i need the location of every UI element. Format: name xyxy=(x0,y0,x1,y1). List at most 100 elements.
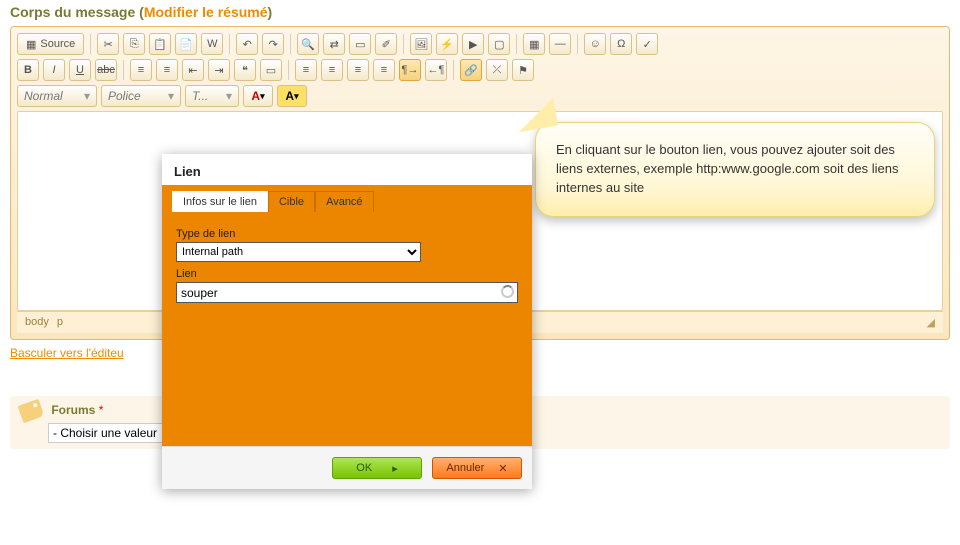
justify-icon: ≡ xyxy=(381,64,387,76)
strike-icon: abc xyxy=(97,64,115,76)
ok-button[interactable]: OK▸ xyxy=(332,457,422,479)
font-dropdown[interactable]: Police▾ xyxy=(101,85,181,107)
forums-label: Forums xyxy=(51,403,95,417)
copy-icon: ⎘ xyxy=(130,38,139,51)
table-icon: ▦ xyxy=(529,38,539,51)
bold-button[interactable]: B xyxy=(17,59,39,81)
replace-icon: ⇄ xyxy=(330,38,339,51)
play-icon: ▸ xyxy=(392,462,398,475)
specialchar-button[interactable]: Ω xyxy=(610,33,632,55)
alignright-button[interactable]: ≡ xyxy=(347,59,369,81)
removeformat-button[interactable]: ✐ xyxy=(375,33,397,55)
tag-icon xyxy=(18,399,45,423)
dialog-footer: OK▸ Annuler✕ xyxy=(162,446,532,489)
alignleft-button[interactable]: ≡ xyxy=(295,59,317,81)
format-dropdown[interactable]: Normal▾ xyxy=(17,85,97,107)
outdent-button[interactable]: ⇤ xyxy=(182,59,204,81)
media-button[interactable]: ▶ xyxy=(462,33,484,55)
unlink-button[interactable]: ⤫ xyxy=(486,59,508,81)
indent-icon: ⇥ xyxy=(214,64,223,77)
tab-target[interactable]: Cible xyxy=(268,191,315,212)
bulletlist-button[interactable]: ≡ xyxy=(156,59,178,81)
table-button[interactable]: ▦ xyxy=(523,33,545,55)
source-label: Source xyxy=(40,38,75,50)
italic-icon: I xyxy=(52,64,55,76)
hr-button[interactable]: — xyxy=(549,33,571,55)
copy-button[interactable]: ⎘ xyxy=(123,33,145,55)
teletype-button[interactable]: ✓ xyxy=(636,33,658,55)
find-button[interactable]: 🔍 xyxy=(297,33,319,55)
resize-handle[interactable]: ◢ xyxy=(927,316,935,329)
separator xyxy=(516,34,517,54)
separator xyxy=(577,34,578,54)
font-value: Police xyxy=(108,89,141,103)
selectall-button[interactable]: ▭ xyxy=(349,33,371,55)
alignright-icon: ≡ xyxy=(355,64,361,76)
image-button[interactable]: 🖼 xyxy=(410,33,432,55)
separator xyxy=(290,34,291,54)
link-dialog: Lien Infos sur le lien Cible Avancé Type… xyxy=(162,154,532,489)
separator xyxy=(123,60,124,80)
separator xyxy=(453,60,454,80)
outdent-icon: ⇤ xyxy=(188,64,197,77)
flash-button[interactable]: ⚡ xyxy=(436,33,458,55)
separator xyxy=(90,34,91,54)
callout-tail xyxy=(514,98,558,133)
teletype-icon: ✓ xyxy=(643,38,652,51)
switch-editor-link[interactable]: Basculer vers l'éditeu xyxy=(10,340,124,366)
blockquote-button[interactable]: ❝ xyxy=(234,59,256,81)
smiley-button[interactable]: ☺ xyxy=(584,33,606,55)
source-button[interactable]: ▦ Source xyxy=(17,33,84,55)
textcolor-button[interactable]: A▾ xyxy=(243,85,273,107)
bgcolor-icon: A xyxy=(285,89,294,103)
redo-button[interactable]: ↷ xyxy=(262,33,284,55)
section-header: Corps du message (Modifier le résumé) xyxy=(10,0,950,26)
bgcolor-button[interactable]: A▾ xyxy=(277,85,307,107)
indent-button[interactable]: ⇥ xyxy=(208,59,230,81)
undo-icon: ↶ xyxy=(243,38,252,51)
forums-select-value: - Choisir une valeur xyxy=(53,426,157,440)
rtl-button[interactable]: ←¶ xyxy=(425,59,447,81)
link-type-label: Type de lien xyxy=(176,228,518,240)
div-button[interactable]: ▭ xyxy=(260,59,282,81)
italic-button[interactable]: I xyxy=(43,59,65,81)
cut-button[interactable]: ✂ xyxy=(97,33,119,55)
link-input[interactable] xyxy=(176,282,518,303)
cancel-label: Annuler xyxy=(446,462,484,474)
justify-button[interactable]: ≡ xyxy=(373,59,395,81)
required-marker: * xyxy=(99,403,104,417)
paste-text-button[interactable]: 📄 xyxy=(175,33,197,55)
link-button[interactable]: 🔗 xyxy=(460,59,482,81)
help-callout-link: En cliquant sur le bouton lien, vous pou… xyxy=(535,122,935,217)
find-icon: 🔍 xyxy=(301,38,315,51)
paste-text-icon: 📄 xyxy=(179,38,193,51)
size-dropdown[interactable]: T...▾ xyxy=(185,85,239,107)
underline-icon: U xyxy=(76,64,84,76)
loading-spinner-icon xyxy=(501,285,514,298)
aligncenter-icon: ≡ xyxy=(329,64,335,76)
iframe-icon: ▢ xyxy=(494,38,504,51)
hr-icon: — xyxy=(555,38,566,50)
aligncenter-button[interactable]: ≡ xyxy=(321,59,343,81)
ltr-button[interactable]: ¶→ xyxy=(399,59,421,81)
iframe-button[interactable]: ▢ xyxy=(488,33,510,55)
undo-button[interactable]: ↶ xyxy=(236,33,258,55)
underline-button[interactable]: U xyxy=(69,59,91,81)
edit-summary-link[interactable]: Modifier le résumé xyxy=(144,4,268,20)
strike-button[interactable]: abc xyxy=(95,59,117,81)
tab-advanced[interactable]: Avancé xyxy=(315,191,374,212)
replace-button[interactable]: ⇄ xyxy=(323,33,345,55)
toolbar-row-2: B I U abc ≡ ≡ ⇤ ⇥ ❝ ▭ ≡ ≡ ≡ ≡ ¶→ ←¶ 🔗 ⤫ … xyxy=(17,59,943,81)
link-icon: 🔗 xyxy=(464,64,478,77)
path-body[interactable]: body xyxy=(25,316,49,329)
path-p[interactable]: p xyxy=(57,316,63,329)
tab-info[interactable]: Infos sur le lien xyxy=(172,191,268,212)
dialog-body: Infos sur le lien Cible Avancé Type de l… xyxy=(162,185,532,457)
link-type-select[interactable]: Internal path xyxy=(176,242,421,262)
paste-button[interactable]: 📋 xyxy=(149,33,171,55)
ol-icon: ≡ xyxy=(138,64,144,76)
paste-word-button[interactable]: W xyxy=(201,33,223,55)
cancel-button[interactable]: Annuler✕ xyxy=(432,457,522,479)
numberlist-button[interactable]: ≡ xyxy=(130,59,152,81)
anchor-button[interactable]: ⚑ xyxy=(512,59,534,81)
